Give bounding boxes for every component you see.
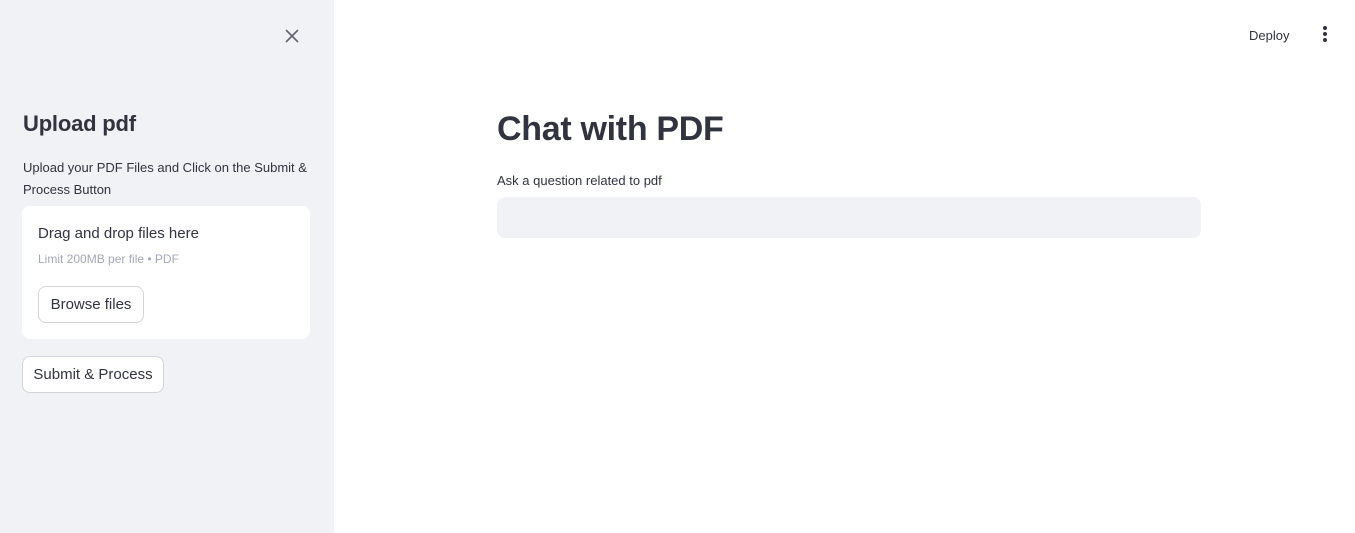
app-window: Upload pdf Upload your PDF Files and Cli… — [0, 0, 1355, 533]
file-dropzone[interactable]: Drag and drop files here Limit 200MB per… — [22, 206, 310, 339]
main-menu-button[interactable] — [1317, 22, 1333, 46]
sidebar-title: Upload pdf — [23, 111, 136, 136]
dropzone-title: Drag and drop files here — [38, 225, 199, 242]
sidebar-description: Upload your PDF Files and Click on the S… — [23, 160, 307, 197]
main-content: Deploy Chat with PDF Ask a question rela… — [334, 0, 1355, 533]
close-sidebar-button[interactable] — [281, 25, 303, 47]
dropzone-limit: Limit 200MB per file • PDF — [38, 252, 179, 266]
kebab-menu-icon — [1323, 26, 1327, 42]
browse-files-button[interactable]: Browse files — [38, 286, 144, 323]
page-title: Chat with PDF — [497, 110, 724, 148]
deploy-button[interactable]: Deploy — [1249, 24, 1289, 46]
question-input[interactable] — [497, 197, 1201, 238]
question-input-label: Ask a question related to pdf — [497, 173, 662, 188]
sidebar: Upload pdf Upload your PDF Files and Cli… — [0, 0, 334, 533]
close-icon — [285, 29, 299, 43]
submit-process-button[interactable]: Submit & Process — [22, 356, 164, 393]
